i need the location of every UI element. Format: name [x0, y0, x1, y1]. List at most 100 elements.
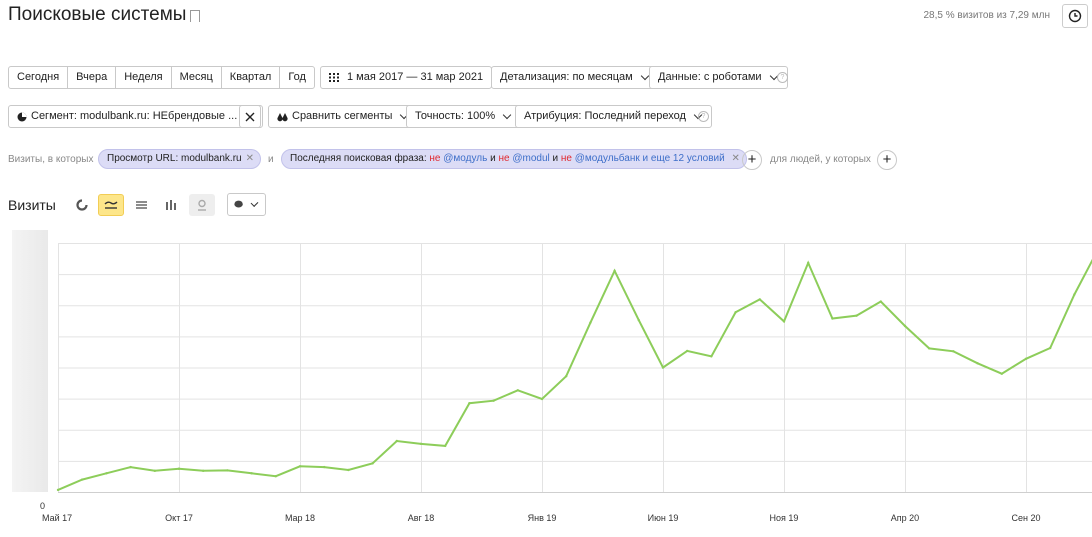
data-point-2020-09[interactable]: [1024, 357, 1028, 360]
data-point-2018-02[interactable]: [274, 475, 277, 478]
x-tick-label: Мар 18: [285, 513, 315, 523]
line-chart-icon: [104, 201, 118, 209]
data-point-2019-10[interactable]: [758, 298, 761, 301]
data-point-2020-07[interactable]: [976, 362, 979, 365]
bar-chart-icon: [166, 200, 176, 210]
period-selector: Сегодня Вчера Неделя Месяц Квартал Год: [8, 66, 315, 89]
not-3: не: [560, 153, 572, 164]
and-2: и: [552, 153, 559, 164]
data-point-2018-10[interactable]: [468, 401, 471, 405]
filter-prefix: Визиты, в которых: [8, 154, 94, 165]
pie-chart-icon: [76, 199, 88, 211]
data-point-2017-11[interactable]: [202, 469, 205, 473]
help-icon[interactable]: ?: [698, 111, 709, 122]
segment-dropdown[interactable]: Сегмент: modulbank.ru: НЕбрендовые ...: [8, 105, 264, 128]
data-point-2020-03[interactable]: [879, 300, 882, 303]
filter-chip-search-phrase[interactable]: Последняя поисковая фраза: не @модуль и …: [281, 149, 747, 169]
data-point-2019-12[interactable]: [807, 261, 810, 265]
data-point-2020-05[interactable]: [928, 347, 931, 350]
data-point-2018-07[interactable]: [395, 439, 398, 443]
add-filter-button[interactable]: +: [742, 150, 762, 170]
filter-chip-url-label: Просмотр URL: modulbank.ru: [107, 153, 242, 164]
comment-icon: [234, 200, 243, 208]
data-point-2018-01[interactable]: [250, 472, 253, 475]
clear-segment-button[interactable]: [239, 105, 261, 128]
sample-info: 28,5 % визитов из 7,29 млн: [923, 10, 1050, 21]
data-point-2019-09[interactable]: [734, 311, 737, 314]
period-today-button[interactable]: Сегодня: [9, 67, 69, 88]
data-point-2020-04[interactable]: [903, 324, 907, 328]
data-point-2018-06[interactable]: [371, 462, 374, 465]
y-axis-labels-blurred: [12, 230, 48, 492]
annotations-dropdown[interactable]: [227, 193, 266, 216]
data-point-2017-10[interactable]: [177, 467, 181, 470]
filter-chip-url[interactable]: Просмотр URL: modulbank.ru ✕: [98, 149, 261, 169]
remove-filter-icon[interactable]: ✕: [246, 153, 254, 164]
data-point-2019-08[interactable]: [710, 355, 713, 358]
attribution-label: Атрибуция: Последний переход: [524, 110, 686, 122]
bookmark-icon[interactable]: [190, 10, 200, 26]
accuracy-dropdown[interactable]: Точность: 100%: [406, 105, 522, 128]
term-2: @modul: [512, 153, 550, 164]
remove-filter-icon[interactable]: ✕: [732, 153, 740, 164]
chart-type-bar-button[interactable]: [158, 194, 184, 216]
filter-suffix: для людей, у которых: [770, 154, 871, 165]
attribution-dropdown[interactable]: Атрибуция: Последний переход: [515, 105, 712, 128]
data-point-2017-06[interactable]: [81, 478, 84, 481]
map-pin-icon: [198, 199, 206, 211]
add-people-filter-button[interactable]: +: [877, 150, 897, 170]
period-yesterday-button[interactable]: Вчера: [68, 67, 117, 88]
data-point-2018-05[interactable]: [347, 468, 350, 472]
clock-icon: [1068, 9, 1082, 23]
data-point-2018-11[interactable]: [492, 399, 495, 402]
data-point-2018-12[interactable]: [516, 389, 519, 392]
chart-type-map-button[interactable]: [189, 194, 215, 216]
data-point-2017-09[interactable]: [153, 469, 156, 473]
date-range-label: 1 мая 2017 — 31 мар 2021: [347, 71, 484, 83]
data-point-2018-08[interactable]: [419, 442, 423, 446]
compare-segments-dropdown[interactable]: Сравнить сегменты: [268, 105, 419, 128]
data-point-2018-04[interactable]: [323, 465, 326, 469]
data-point-2020-06[interactable]: [952, 350, 955, 353]
series-points: [56, 261, 1076, 492]
period-week-button[interactable]: Неделя: [116, 67, 172, 88]
help-icon[interactable]: ?: [777, 72, 788, 83]
chart-type-area-button[interactable]: [128, 194, 154, 216]
data-point-2019-07[interactable]: [686, 349, 689, 353]
data-point-2019-04[interactable]: [613, 269, 616, 273]
data-point-2017-07[interactable]: [105, 472, 108, 475]
period-year-button[interactable]: Год: [280, 67, 314, 88]
chart-grid: [58, 243, 1092, 493]
data-point-2017-12[interactable]: [226, 469, 229, 472]
data-point-2017-08[interactable]: [129, 465, 132, 469]
date-range-button[interactable]: 1 мая 2017 — 31 мар 2021: [320, 66, 493, 89]
data-point-2019-05[interactable]: [637, 318, 640, 322]
period-month-button[interactable]: Месяц: [172, 67, 222, 88]
close-icon: [245, 112, 255, 121]
data-point-2020-02[interactable]: [855, 314, 858, 317]
data-point-2018-09[interactable]: [444, 444, 447, 448]
data-point-2017-05[interactable]: [56, 488, 60, 492]
period-quarter-button[interactable]: Квартал: [222, 67, 281, 88]
data-point-2019-02[interactable]: [565, 375, 568, 378]
data-point-2018-03[interactable]: [298, 465, 302, 468]
clock-button[interactable]: [1062, 4, 1088, 28]
x-tick-label: Апр 20: [891, 513, 919, 523]
data-point-2020-10[interactable]: [1049, 346, 1052, 350]
chart-type-pie-button[interactable]: [69, 194, 95, 216]
chart-type-line-button[interactable]: [98, 194, 124, 216]
visits-line-chart: 0 Май 17 Окт 17 Мар 18 Авг 18 Янв 19 Июн 19 Но…: [12, 230, 1092, 523]
data-point-2020-01[interactable]: [831, 317, 834, 320]
data-point-2019-03[interactable]: [589, 321, 592, 324]
data-point-2019-01[interactable]: [540, 397, 544, 401]
data-point-2019-11[interactable]: [782, 320, 786, 323]
data-mode-dropdown[interactable]: Данные: с роботами: [649, 66, 788, 89]
data-point-2020-08[interactable]: [1000, 372, 1003, 375]
visits-series-line: [57, 258, 1092, 491]
x-tick-label: Окт 17: [165, 513, 193, 523]
data-point-2019-06[interactable]: [661, 366, 665, 369]
data-point-2020-11[interactable]: [1073, 293, 1076, 296]
detalization-dropdown[interactable]: Детализация: по месяцам: [491, 66, 659, 89]
stacked-area-icon: [135, 200, 147, 209]
compare-segments-label: Сравнить сегменты: [292, 110, 393, 122]
